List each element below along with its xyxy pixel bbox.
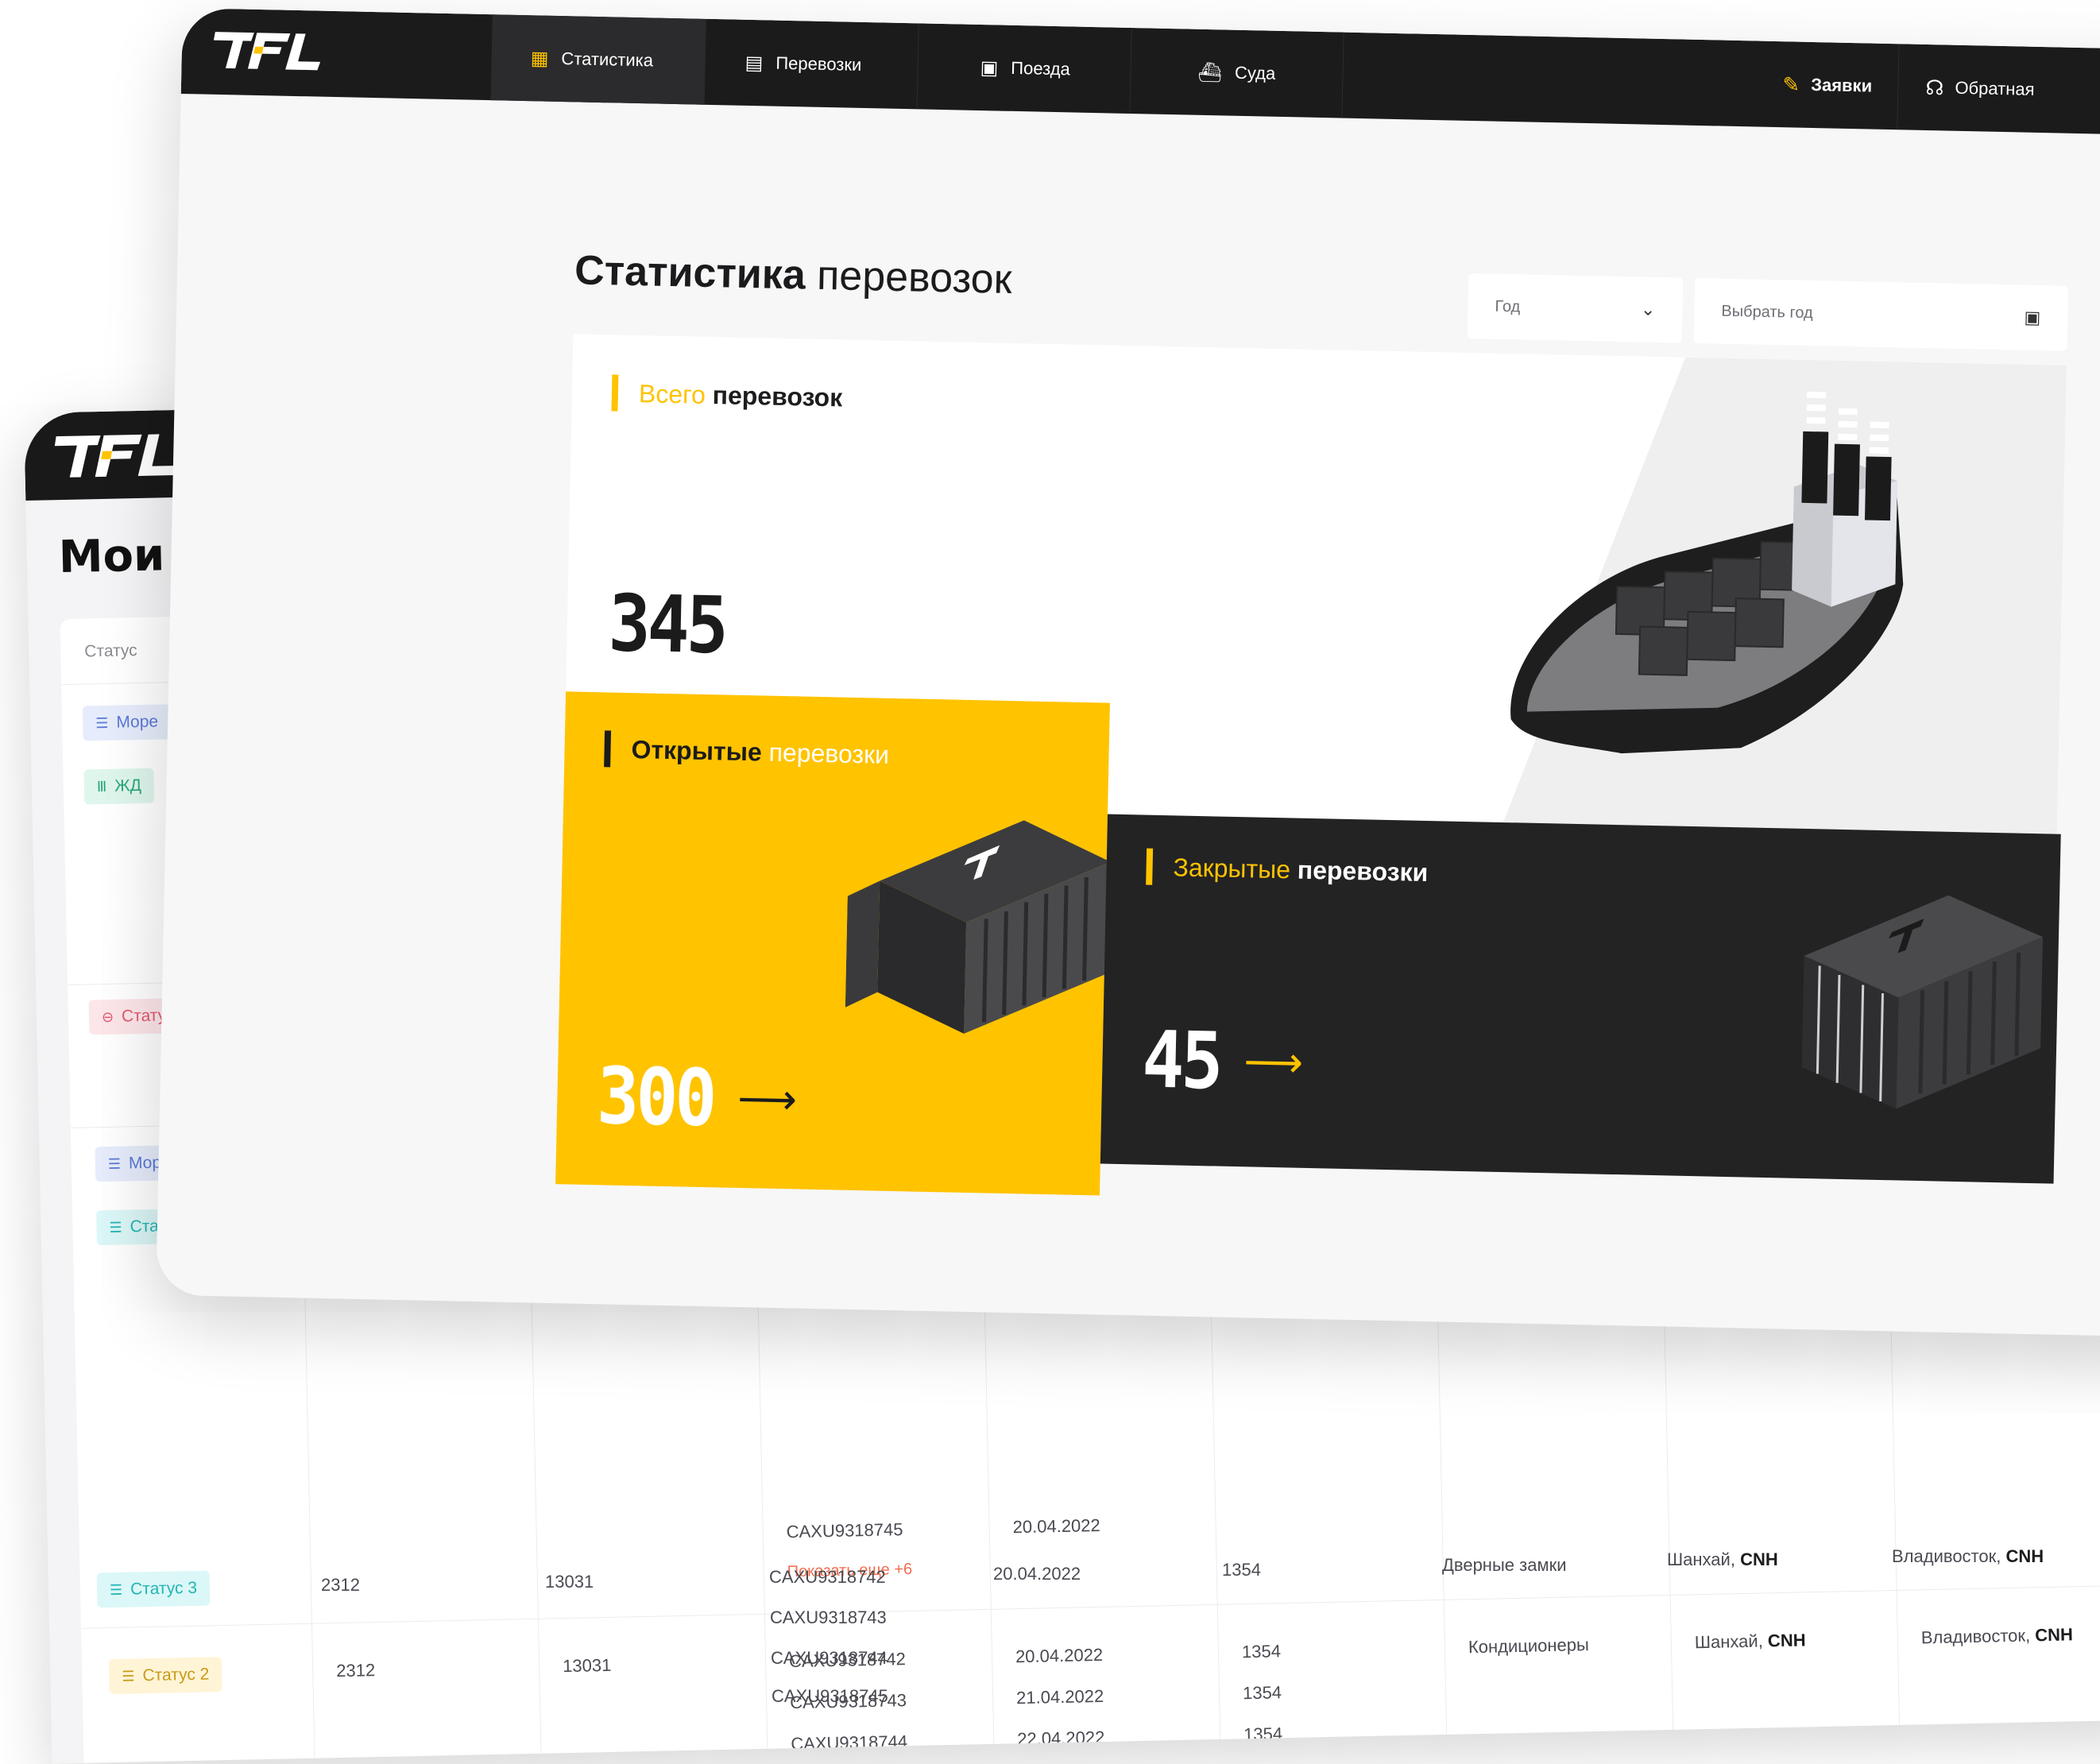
page-title: Статистика перевозок [574,247,1013,303]
total-label: Всего перевозок [611,374,843,416]
date: 20.04.2022 [1015,1644,1104,1667]
order-number: 13031 [562,1654,612,1677]
tab-ships[interactable]: ⛴ Суда [1129,28,1344,118]
headset-icon: ☊ [1925,75,1944,99]
closed-shipments-card[interactable]: Закрытые перевозки 45 ⟶ [1100,814,2061,1184]
order-id: 2312 [335,1660,376,1681]
divider [84,1749,2100,1764]
arrow-right-icon[interactable]: ⟶ [737,1074,798,1124]
open-value: 300 ⟶ [596,1050,798,1144]
container-number: CAXU9318744 [791,1731,908,1754]
date: 20.04.2022 [1012,1514,1100,1538]
status-chip-sea[interactable]: ☰ Море [82,704,172,741]
calendar-icon: ▣ [2024,307,2041,328]
ship-icon: ⛴ [1197,61,1223,83]
destination: Владивосток, CNH [1920,1624,2074,1648]
status-column-header: Статус [84,641,137,661]
list-icon: ☰ [95,714,109,731]
status-chip-2[interactable]: ☰ Статус 2 [108,1657,222,1695]
list-icon: ☰ [109,1219,122,1236]
code: 1354 [1241,1641,1282,1662]
total-value: 345 [607,577,727,671]
train-icon: ▣ [980,56,999,79]
closed-label: Закрытые перевозки [1146,848,1429,891]
container-number: CAXU9318745 [786,1519,903,1542]
year-picker[interactable]: Выбрать год ▣ [1693,277,2069,351]
code: 1354 [1243,1723,1283,1745]
list-icon: ☰ [107,1155,122,1172]
alert-icon: ⊖ [101,1008,114,1025]
tfl-logo[interactable] [211,28,323,75]
open-label: Открытые перевозки [604,730,889,772]
container-icon: ▤ [744,52,764,74]
tab-trains[interactable]: ▣ Поезда [916,23,1131,114]
requests-link[interactable]: ✎ Заявки [1781,41,1873,129]
open-container-illustration [845,820,1111,1034]
date: 21.04.2022 [1015,1685,1104,1708]
statistics-window: ▦ Статистика ▤ Перевозки ▣ Поезда ⛴ Суда… [156,8,2100,1339]
code: 1354 [1242,1682,1282,1704]
tfl-logo[interactable] [52,429,180,482]
show-more-link[interactable]: Показать еще +6 [787,1561,913,1581]
dashboard-icon: ▦ [530,47,549,70]
divider [81,1584,2100,1629]
origin: Шанхай, CNH [1694,1630,1806,1653]
container-number: CAXU9318743 [789,1690,907,1713]
top-navbar: ▦ Статистика ▤ Перевозки ▣ Поезда ⛴ Суда… [180,8,2100,137]
open-shipments-card[interactable]: Открытые перевозки 300 ⟶ [555,691,1111,1196]
status-chip-rail[interactable]: Ⅲ ЖД [83,768,155,805]
closed-value: 45 ⟶ [1141,1013,1304,1107]
list-icon: ☰ [122,1667,135,1685]
train-icon: Ⅲ [96,778,107,795]
edit-icon: ✎ [1782,72,1800,97]
ship-illustration [1510,391,1904,754]
year-select[interactable]: Год ⌄ [1467,273,1684,343]
arrow-right-icon[interactable]: ⟶ [1243,1038,1304,1087]
chevron-down-icon: ⌄ [1640,299,1656,319]
feedback-link[interactable]: ☊ Обратная [1897,44,2036,133]
cargo: Кондиционеры [1468,1634,1590,1658]
date: 22.04.2022 [1016,1727,1105,1750]
tab-shipments[interactable]: ▤ Перевозки [703,18,919,110]
container-number: CAXU9318742 [788,1649,907,1672]
tab-statistics[interactable]: ▦ Статистика [490,14,706,105]
closed-container-illustration [1801,895,2044,1109]
